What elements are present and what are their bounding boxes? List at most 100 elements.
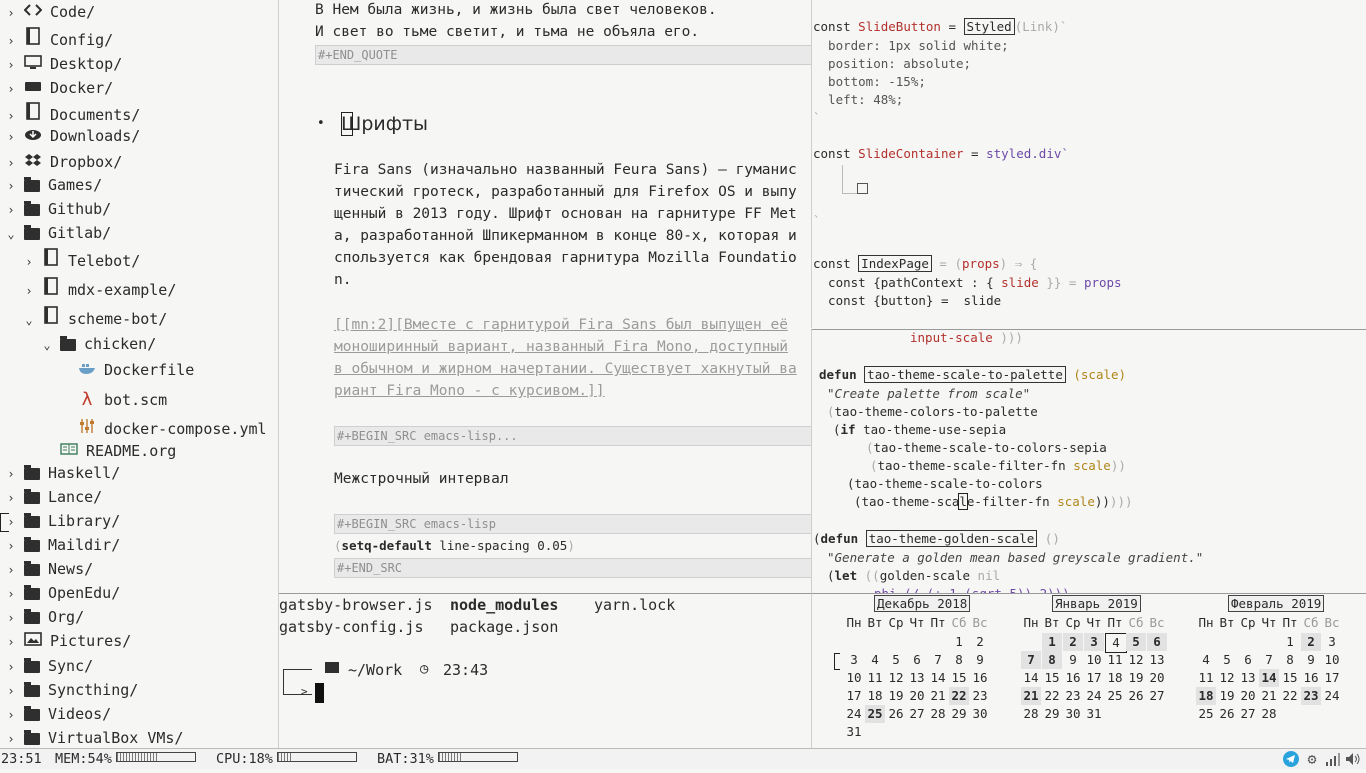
calendar-day[interactable]: 3 [844, 651, 864, 669]
chevron-right-icon[interactable]: › [4, 728, 18, 748]
calendar-day[interactable]: 8 [1042, 651, 1062, 669]
calendar-day[interactable]: 23 [1301, 687, 1321, 705]
calendar-day[interactable]: 16 [1301, 669, 1321, 687]
calendar-day[interactable]: 9 [970, 651, 990, 669]
calendar-day[interactable]: 2 [1063, 633, 1083, 651]
tree-item[interactable]: › Org/ [4, 606, 84, 628]
calendar-day[interactable]: 21 [928, 687, 948, 705]
tree-item[interactable]: › Haskell/ [4, 462, 120, 484]
calendar-day[interactable]: 29 [949, 705, 969, 723]
chevron-right-icon[interactable]: › [4, 656, 18, 678]
calendar-day[interactable]: 16 [1063, 669, 1083, 687]
heading-fonts[interactable]: Шрифты [341, 110, 428, 138]
chevron-right-icon[interactable]: › [4, 535, 18, 557]
calendar-day[interactable]: 5 [1217, 651, 1237, 669]
calendar-day[interactable]: 5 [1126, 633, 1146, 651]
chevron-right-icon[interactable]: › [4, 583, 18, 605]
terminal[interactable]: gatsby-browser.js gatsby-config.js node_… [279, 593, 811, 749]
calendar-day[interactable]: 17 [1322, 669, 1342, 687]
calendar-day[interactable]: 15 [1280, 669, 1300, 687]
calendar-day[interactable]: 30 [1063, 705, 1083, 723]
calendar-day[interactable]: 2 [1301, 633, 1321, 651]
calendar-day[interactable]: 22 [1042, 687, 1062, 705]
chevron-right-icon[interactable]: › [4, 631, 18, 653]
calendar-day[interactable]: 20 [1147, 669, 1167, 687]
chevron-right-icon[interactable]: › [4, 559, 18, 581]
calendar-day[interactable]: 13 [1147, 651, 1167, 669]
calendar-day[interactable]: 16 [970, 669, 990, 687]
chevron-right-icon[interactable]: › [4, 78, 18, 100]
month-title[interactable]: Январь 2019 [1052, 595, 1141, 612]
tree-item[interactable]: ⌄ chicken/ [40, 333, 156, 355]
calendar-day[interactable]: 5 [886, 651, 906, 669]
calendar-day[interactable]: 24 [1322, 687, 1342, 705]
src-block-folded[interactable]: #+BEGIN_SRC emacs-lisp... [334, 426, 811, 446]
calendar-day[interactable]: 19 [1217, 687, 1237, 705]
calendar-day[interactable]: 10 [1322, 651, 1342, 669]
tree-item[interactable]: docker-compose.yml [58, 418, 267, 440]
calendar-day[interactable]: 7 [928, 651, 948, 669]
calendar-day[interactable]: 7 [1021, 651, 1041, 669]
chevron-right-icon[interactable]: › [4, 463, 18, 485]
chevron-right-icon[interactable]: › [4, 607, 18, 629]
calendar-day[interactable]: 17 [1084, 669, 1104, 687]
calendar-day[interactable]: 1 [949, 633, 969, 651]
calendar-day[interactable]: 20 [907, 687, 927, 705]
calendar-day[interactable]: 2 [970, 633, 990, 651]
tree-item[interactable]: › OpenEdu/ [4, 582, 120, 604]
tree-item[interactable]: ⌄ scheme-bot/ [22, 306, 167, 328]
tree-item[interactable]: › Code/ [4, 1, 95, 23]
calendar-day[interactable]: 25 [865, 705, 885, 723]
calendar-day[interactable]: 12 [886, 669, 906, 687]
tree-item[interactable]: › Lance/ [4, 486, 102, 508]
tree-item[interactable]: › VirtualBox VMs/ [4, 727, 183, 748]
js-code-pane[interactable]: const SlideButton = Styled (Link)` border… [811, 0, 1366, 328]
calendar-day[interactable]: 6 [1238, 651, 1258, 669]
calendar-day[interactable]: 25 [1105, 687, 1125, 705]
chevron-right-icon[interactable]: › [4, 126, 18, 148]
tree-item[interactable]: › News/ [4, 558, 93, 580]
lisp-code-pane[interactable]: input-scale ))) defun tao-theme-scale-to… [811, 329, 1366, 593]
chevron-right-icon[interactable]: › [22, 280, 36, 302]
calendar-day[interactable]: 8 [949, 651, 969, 669]
calendar-day[interactable]: 19 [1126, 669, 1146, 687]
calendar-day[interactable]: 13 [907, 669, 927, 687]
calendar-day[interactable]: 11 [1105, 651, 1125, 669]
tree-item[interactable]: λ bot.scm [58, 389, 168, 411]
calendar-day[interactable]: 28 [928, 705, 948, 723]
calendar-day[interactable]: 3 [1322, 633, 1342, 651]
calendar-day[interactable]: 27 [1147, 687, 1167, 705]
chevron-right-icon[interactable]: › [4, 30, 18, 52]
calendar-day[interactable]: 15 [1042, 669, 1062, 687]
chevron-right-icon[interactable]: › [4, 54, 18, 76]
chevron-down-icon[interactable]: ⌄ [40, 334, 54, 356]
tree-item[interactable]: › Config/ [4, 27, 113, 49]
calendar-day[interactable]: 7 [1259, 651, 1279, 669]
calendar-day[interactable]: 25 [1196, 705, 1216, 723]
calendar-day[interactable]: 11 [1196, 669, 1216, 687]
calendar-day[interactable]: 9 [1301, 651, 1321, 669]
tree-item[interactable]: ⌄ Gitlab/ [4, 222, 111, 244]
calendar-day[interactable]: 13 [1238, 669, 1258, 687]
tree-item[interactable]: › Sync/ [4, 655, 93, 677]
tree-item[interactable]: › Desktop/ [4, 53, 122, 75]
calendar-day[interactable]: 21 [1259, 687, 1279, 705]
chevron-right-icon[interactable]: › [4, 175, 18, 197]
chevron-right-icon[interactable]: › [4, 199, 18, 221]
calendar-day[interactable]: 26 [1217, 705, 1237, 723]
tree-item[interactable]: README.org [40, 440, 176, 462]
volume-icon[interactable] [1345, 751, 1361, 767]
calendar-day[interactable]: 12 [1126, 651, 1146, 669]
footnote-line[interactable]: риант Fira Mono - с курсивом.]] [334, 380, 605, 402]
calendar-day[interactable]: 19 [886, 687, 906, 705]
calendar-day[interactable]: 31 [1084, 705, 1104, 723]
calendar-day[interactable]: 12 [1217, 669, 1237, 687]
telegram-icon[interactable] [1283, 751, 1299, 767]
footnote-line[interactable]: в обычном и жирном начертании. Существуе… [334, 358, 797, 380]
tree-item[interactable]: › Videos/ [4, 703, 111, 725]
calendar-day[interactable]: 14 [928, 669, 948, 687]
chevron-right-icon[interactable]: › [4, 2, 18, 24]
tree-item[interactable]: › Library/ [4, 510, 120, 532]
calendar-day[interactable]: 1 [1042, 633, 1062, 651]
tree-item[interactable]: › Syncthing/ [4, 679, 138, 701]
